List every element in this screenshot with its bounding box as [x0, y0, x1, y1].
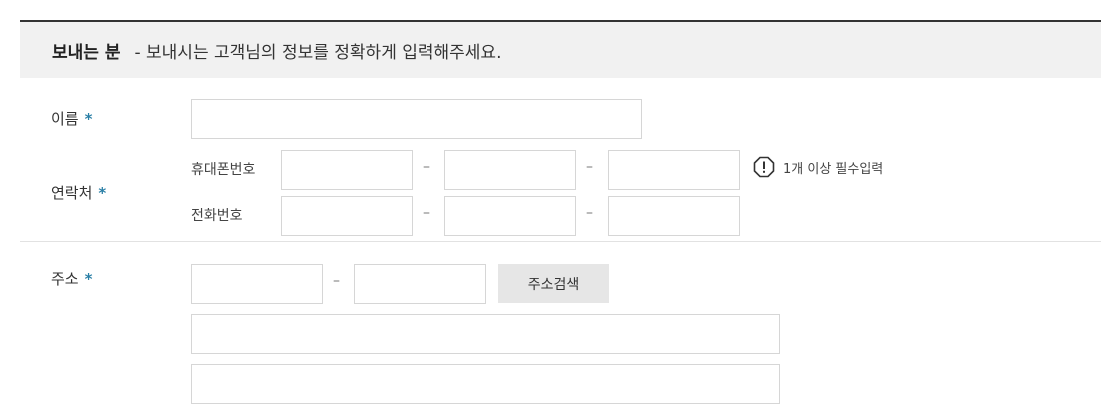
dash: – — [333, 273, 340, 289]
mobile-part3-input[interactable] — [608, 150, 740, 190]
address-label: 주소 * — [51, 268, 92, 289]
zipcode-part1-input[interactable] — [191, 264, 323, 304]
dash: – — [423, 159, 430, 175]
address-line2-input[interactable] — [191, 364, 780, 404]
name-label-text: 이름 — [51, 110, 79, 128]
required-mark: * — [98, 184, 107, 202]
contact-label-text: 연락처 — [51, 184, 93, 202]
dash: – — [586, 159, 593, 175]
mobile-part1-input[interactable] — [281, 150, 413, 190]
contact-label: 연락처 * — [51, 182, 106, 203]
mobile-label: 휴대폰번호 — [191, 162, 256, 178]
mobile-part2-input[interactable] — [444, 150, 576, 190]
dash: – — [423, 205, 430, 221]
name-input[interactable] — [191, 99, 642, 139]
phone-part2-input[interactable] — [444, 196, 576, 236]
section-header: 보내는 분 - 보내시는 고객님의 정보를 정확하게 입력해주세요. — [20, 22, 1101, 78]
address-label-text: 주소 — [51, 270, 79, 288]
required-mark: * — [84, 270, 93, 288]
exclamation-octagon-icon — [753, 156, 775, 178]
name-label: 이름 * — [51, 108, 92, 129]
phone-part3-input[interactable] — [608, 196, 740, 236]
section-title: 보내는 분 — [52, 42, 121, 63]
phone-label: 전화번호 — [191, 208, 243, 224]
required-mark: * — [84, 110, 93, 128]
divider — [20, 241, 1101, 242]
address-line1-input[interactable] — [191, 314, 780, 354]
dash: – — [586, 205, 593, 221]
address-search-button[interactable]: 주소검색 — [498, 264, 609, 303]
phone-part1-input[interactable] — [281, 196, 413, 236]
zipcode-part2-input[interactable] — [354, 264, 486, 304]
section-description: - 보내시는 고객님의 정보를 정확하게 입력해주세요. — [134, 42, 502, 63]
notice-text: 1개 이상 필수입력 — [783, 161, 884, 177]
contact-notice: 1개 이상 필수입력 — [753, 156, 883, 178]
